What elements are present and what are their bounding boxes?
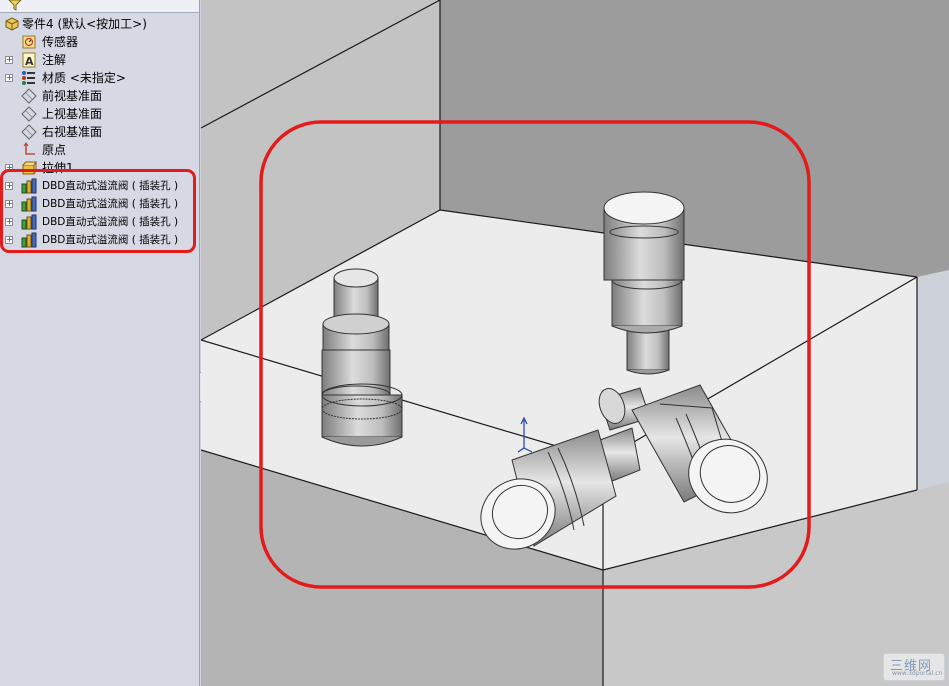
watermark-url: www.3dportal.cn (892, 670, 943, 677)
material-icon (22, 71, 35, 85)
transparent-block (201, 0, 949, 686)
annotation-icon: A (22, 52, 36, 68)
origin-icon (23, 142, 35, 155)
filter-icon[interactable] (8, 0, 22, 12)
plane-icon (21, 88, 37, 104)
tree-item-sensors[interactable]: 传感器 (0, 33, 200, 51)
plane-icon (21, 106, 37, 122)
tree-root-label: 零件4 (默认<按加工>) (22, 17, 147, 31)
tree-item-label: 原点 (42, 143, 67, 157)
tree-item-label: 注解 (42, 53, 67, 67)
expand-toggle[interactable]: + (5, 56, 13, 64)
expand-toggle[interactable]: + (5, 74, 13, 82)
tree-item-label: 上视基准面 (42, 107, 103, 121)
tree-item-material[interactable]: + 材质 <未指定> (0, 69, 200, 87)
watermark-logo: 三维网 www.3dportal.cn (883, 653, 945, 681)
tree-item-origin[interactable]: 原点 (0, 141, 200, 159)
tree-item-front-plane[interactable]: 前视基准面 (0, 87, 200, 105)
sensor-icon (22, 35, 36, 49)
filter-bar[interactable] (0, 0, 199, 13)
tree-root-part[interactable]: 零件4 (默认<按加工>) (0, 15, 200, 33)
tree-item-top-plane[interactable]: 上视基准面 (0, 105, 200, 123)
tree-item-label: 前视基准面 (42, 89, 103, 103)
tree-highlight-box (0, 169, 196, 253)
part-icon (5, 17, 19, 31)
graphics-viewport[interactable] (201, 0, 949, 686)
tree-item-annotations[interactable]: + A 注解 (0, 51, 200, 69)
tree-item-label: 材质 <未指定> (42, 71, 126, 85)
feature-manager-tree: 零件4 (默认<按加工>) 传感器 + A 注解 + 材质 <未指定> 前视基准… (0, 0, 200, 686)
svg-text:A: A (25, 55, 34, 68)
tree-item-right-plane[interactable]: 右视基准面 (0, 123, 200, 141)
tree-item-label: 右视基准面 (42, 125, 103, 139)
plane-icon (21, 124, 37, 140)
tree-item-label: 传感器 (42, 35, 79, 49)
